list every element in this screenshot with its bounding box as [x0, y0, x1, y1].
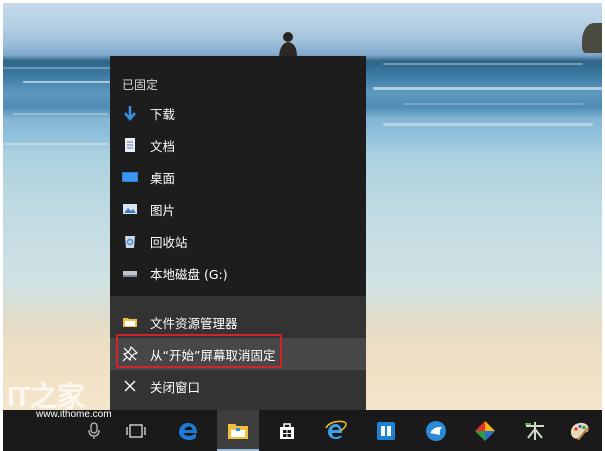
download-arrow-icon	[122, 105, 138, 121]
pinned-item-pictures[interactable]: 图片	[110, 193, 366, 225]
pinned-item-downloads[interactable]: 下载	[110, 97, 366, 129]
pinned-item-recycle-bin[interactable]: 回收站	[110, 225, 366, 257]
store-icon	[280, 422, 294, 439]
taskbar-bird-app-button[interactable]	[415, 410, 457, 451]
watermark-url: www.ithome.com	[36, 409, 112, 420]
taskbar-store-button[interactable]	[266, 410, 308, 451]
app-blue-icon	[377, 421, 395, 440]
taskbar-lettering-app-button[interactable]	[514, 410, 556, 451]
pinned-item-label: 文档	[150, 138, 176, 154]
recycle-bin-icon	[122, 233, 138, 249]
task-label: 文件资源管理器	[150, 315, 238, 331]
pinned-item-label: 本地磁盘 (G:)	[150, 266, 228, 282]
document-icon	[122, 137, 138, 153]
task-label: 关闭窗口	[150, 379, 201, 395]
bird-app-icon	[426, 420, 446, 441]
highlight-annotation-frame	[116, 334, 282, 368]
taskbar-app-blue-button[interactable]	[365, 410, 407, 451]
taskbar-colorful-app-button[interactable]	[464, 410, 506, 451]
close-icon	[122, 378, 138, 394]
taskbar-file-explorer-button[interactable]	[217, 410, 259, 451]
taskbar-internet-explorer-button[interactable]	[315, 410, 357, 451]
person-silhouette-icon	[279, 32, 297, 57]
pinned-item-label: 桌面	[150, 170, 176, 186]
task-view-button[interactable]	[115, 410, 157, 451]
pinned-section-header: 已固定	[122, 78, 159, 92]
paint-app-icon	[571, 422, 589, 441]
file-explorer-icon	[122, 314, 138, 330]
colorful-app-icon	[475, 420, 495, 441]
ithome-logo: IT之家	[7, 381, 85, 410]
local-disk-icon	[122, 265, 138, 281]
file-explorer-icon	[228, 423, 248, 439]
taskbar-edge-button[interactable]	[167, 410, 209, 451]
task-close-window[interactable]: 关闭窗口	[110, 370, 366, 402]
pinned-item-label: 回收站	[150, 234, 188, 250]
pinned-item-documents[interactable]: 文档	[110, 129, 366, 161]
pinned-item-label: 图片	[150, 202, 176, 218]
pinned-item-local-disk[interactable]: 本地磁盘 (G:)	[110, 257, 366, 289]
pinned-item-label: 下载	[150, 106, 176, 122]
taskbar-paint-app-button[interactable]	[559, 410, 601, 451]
task-view-icon	[126, 423, 146, 438]
lettering-app-icon	[525, 421, 544, 440]
microphone-icon	[88, 421, 100, 439]
pinned-item-desktop[interactable]: 桌面	[110, 161, 366, 193]
rocks	[582, 23, 602, 53]
desktop-icon	[122, 169, 138, 185]
edge-icon	[179, 422, 197, 440]
internet-explorer-icon	[325, 420, 347, 439]
pictures-icon	[122, 201, 138, 217]
